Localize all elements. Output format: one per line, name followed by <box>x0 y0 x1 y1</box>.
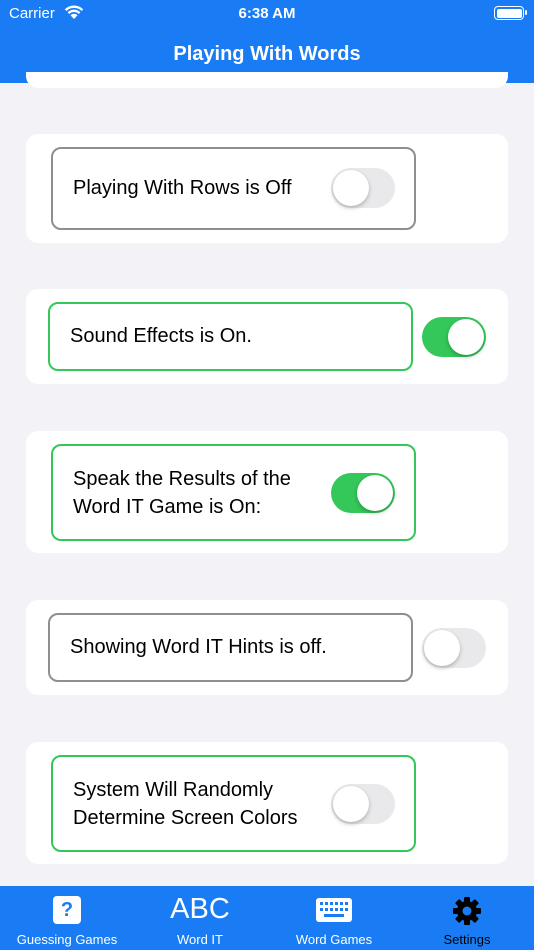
settings-card-word-it-hints: Showing Word IT Hints is off. <box>26 600 508 695</box>
word-it-hints-toggle[interactable] <box>422 628 486 668</box>
tab-label: Guessing Games <box>16 932 118 947</box>
keyboard-icon <box>316 898 352 922</box>
settings-card-speak-results: Speak the Results of the Word IT Game is… <box>26 431 508 553</box>
setting-box-playing-with-rows: Playing With Rows is Off <box>51 147 416 230</box>
setting-box-sound-effects: Sound Effects is On. <box>48 302 413 371</box>
navigation-bar: Carrier 6:38 AM Playing With Words <box>0 0 534 83</box>
setting-label: Speak the Results of the Word IT Game is… <box>73 468 291 518</box>
question-icon: ? <box>53 896 81 924</box>
setting-box-word-it-hints: Showing Word IT Hints is off. <box>48 613 413 682</box>
settings-card-playing-with-rows: Playing With Rows is Off <box>26 134 508 243</box>
setting-label: Sound Effects is On. <box>70 325 252 347</box>
setting-label: Playing With Rows is Off <box>73 177 292 199</box>
random-colors-toggle[interactable] <box>331 784 395 824</box>
setting-box-random-colors: System Will Randomly Determine Screen Co… <box>51 755 416 852</box>
status-time: 6:38 AM <box>238 5 296 22</box>
battery-icon <box>494 6 527 20</box>
tab-settings[interactable]: Settings <box>400 886 534 950</box>
settings-card-partial <box>26 72 508 88</box>
speak-results-toggle[interactable] <box>331 473 395 513</box>
tab-word-games[interactable]: Word Games <box>267 886 401 950</box>
sound-effects-toggle[interactable] <box>422 317 486 357</box>
tab-label: Word Games <box>295 932 373 947</box>
tab-guessing-games[interactable]: ? Guessing Games <box>0 886 134 950</box>
playing-with-rows-toggle[interactable] <box>331 168 395 208</box>
setting-box-speak-results: Speak the Results of the Word IT Game is… <box>51 444 416 541</box>
setting-label: Showing Word IT Hints is off. <box>70 636 327 658</box>
tab-label: Word IT <box>177 932 223 947</box>
setting-label: System Will Randomly Determine Screen Co… <box>73 779 298 829</box>
settings-card-random-colors: System Will Randomly Determine Screen Co… <box>26 742 508 864</box>
settings-card-sound-effects: Sound Effects is On. <box>26 289 508 384</box>
gear-icon <box>453 897 481 925</box>
status-bar: Carrier 6:38 AM <box>0 0 534 28</box>
tab-word-it[interactable]: ABC Word IT <box>133 886 267 950</box>
tab-label: Settings <box>443 932 491 947</box>
page-title: Playing With Words <box>173 43 361 65</box>
tab-bar: ? Guessing Games ABC Word IT Word Games <box>0 886 534 950</box>
abc-icon: ABC <box>170 893 230 925</box>
